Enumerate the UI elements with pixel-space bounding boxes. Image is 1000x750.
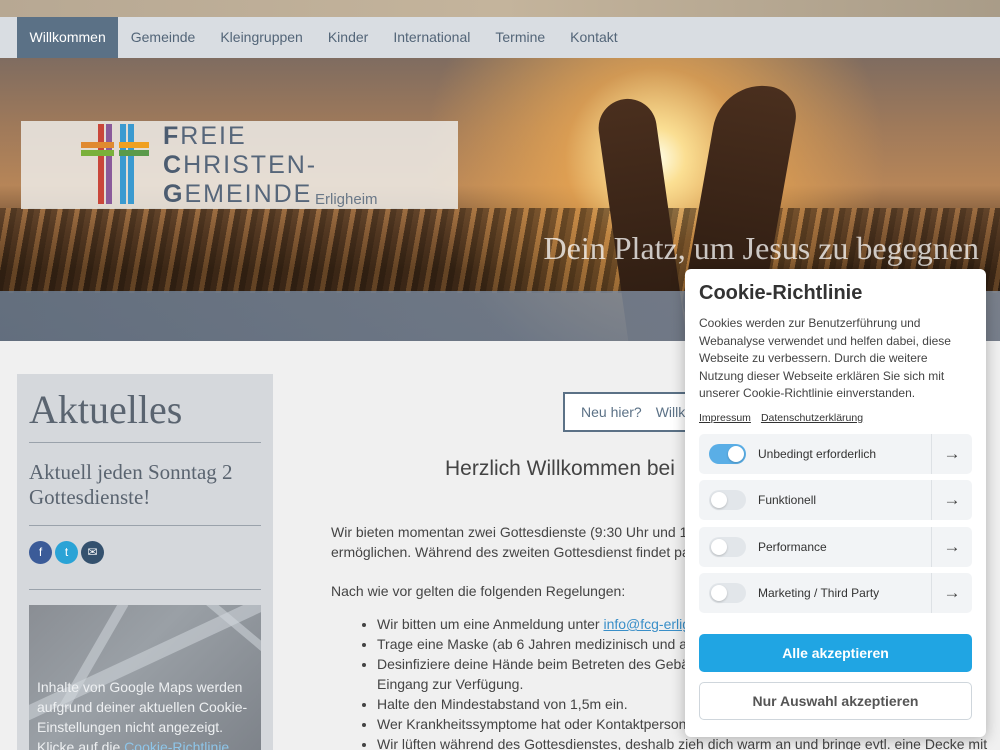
category-label: Unbedingt erforderlich — [758, 446, 877, 461]
main-navigation: Willkommen Gemeinde Kleingruppen Kinder … — [0, 17, 1000, 58]
site-logo[interactable]: FREIE CHRISTEN- GEMEINDE Erligheim — [21, 121, 458, 209]
sidebar-subtitle: Aktuell jeden Sonntag 2 Gottesdienste! — [29, 460, 233, 509]
cookie-category-essential: Unbedingt erforderlich → — [699, 433, 972, 474]
arrow-right-icon[interactable]: → — [931, 480, 972, 520]
datenschutz-link[interactable]: Datenschutzerklärung — [761, 412, 863, 424]
cookie-links: Impressum Datenschutzerklärung — [699, 412, 972, 424]
cookie-category-performance: Performance → — [699, 526, 972, 567]
divider — [29, 525, 261, 526]
nav-item-kontakt[interactable]: Kontakt — [558, 17, 630, 58]
mail-icon[interactable]: ✉ — [81, 541, 104, 564]
nav-item-gemeinde[interactable]: Gemeinde — [118, 17, 208, 58]
logo-line-freie: FREIE — [163, 122, 247, 150]
nav-item-kinder[interactable]: Kinder — [315, 17, 380, 58]
cookie-title: Cookie-Richtlinie — [699, 282, 863, 304]
arrow-right-icon[interactable]: → — [931, 573, 972, 613]
toggle-functional[interactable] — [709, 490, 746, 510]
nav-item-kleingruppen[interactable]: Kleingruppen — [208, 17, 316, 58]
toggle-essential[interactable] — [709, 443, 746, 464]
cookie-category-marketing: Marketing / Third Party → — [699, 573, 972, 613]
cookie-categories: Unbedingt erforderlich → Funktionell → P… — [699, 433, 972, 613]
rules-intro: Nach wie vor gelten die folgenden Regelu… — [331, 583, 626, 599]
welcome-heading: Herzlich Willkommen bei — [445, 457, 675, 480]
tab-neu-hier[interactable]: Neu hier? — [581, 404, 642, 420]
cookie-policy-link[interactable]: Cookie-Richtlinie — [124, 739, 229, 750]
toggle-knob — [711, 585, 727, 601]
cross-logo-icon — [81, 124, 149, 204]
category-label: Marketing / Third Party — [758, 586, 880, 600]
cookie-consent-dialog: Cookie-Richtlinie Cookies werden zur Ben… — [685, 269, 986, 737]
twitter-icon[interactable]: t — [55, 541, 78, 564]
accept-selection-button[interactable]: Nur Auswahl akzeptieren — [699, 682, 972, 720]
impressum-link[interactable]: Impressum — [699, 412, 751, 424]
category-label: Funktionell — [758, 493, 817, 507]
accept-all-button[interactable]: Alle akzeptieren — [699, 634, 972, 672]
divider — [29, 442, 261, 443]
arrow-right-icon[interactable]: → — [931, 526, 972, 567]
cookie-description: Cookies werden zur Benutzerführung und W… — [699, 316, 951, 400]
nav-item-willkommen[interactable]: Willkommen — [17, 17, 119, 58]
logo-line-christen: CHRISTEN- — [163, 151, 318, 179]
toggle-knob — [728, 445, 744, 462]
toggle-marketing[interactable] — [709, 583, 746, 603]
arrow-right-icon[interactable]: → — [931, 433, 972, 474]
map-consent-text: Inhalte von Google Maps werden aufgrund … — [37, 677, 259, 750]
divider — [29, 589, 261, 590]
logo-location: Erligheim — [315, 191, 378, 208]
social-links: f t ✉ — [29, 541, 261, 564]
facebook-icon[interactable]: f — [29, 541, 52, 564]
nav-item-international[interactable]: International — [381, 17, 483, 58]
top-decor-strip — [0, 0, 1000, 17]
cookie-category-functional: Funktionell → — [699, 480, 972, 520]
logo-line-gemeinde: GEMEINDE — [163, 180, 313, 208]
nav-item-termine[interactable]: Termine — [483, 17, 558, 58]
category-label: Performance — [758, 539, 827, 554]
hero-tagline: Dein Platz, um Jesus zu begegnen — [543, 230, 979, 266]
intro-paragraph: Wir bieten momentan zwei Gottesdienste (… — [331, 524, 715, 560]
sidebar-title: Aktuelles — [29, 387, 183, 432]
toggle-knob — [711, 538, 727, 555]
google-map-placeholder: Inhalte von Google Maps werden aufgrund … — [29, 605, 261, 750]
toggle-knob — [711, 492, 727, 508]
sidebar-aktuelles: Aktuelles Aktuell jeden Sonntag 2 Gottes… — [17, 374, 273, 750]
toggle-performance[interactable] — [709, 536, 746, 557]
